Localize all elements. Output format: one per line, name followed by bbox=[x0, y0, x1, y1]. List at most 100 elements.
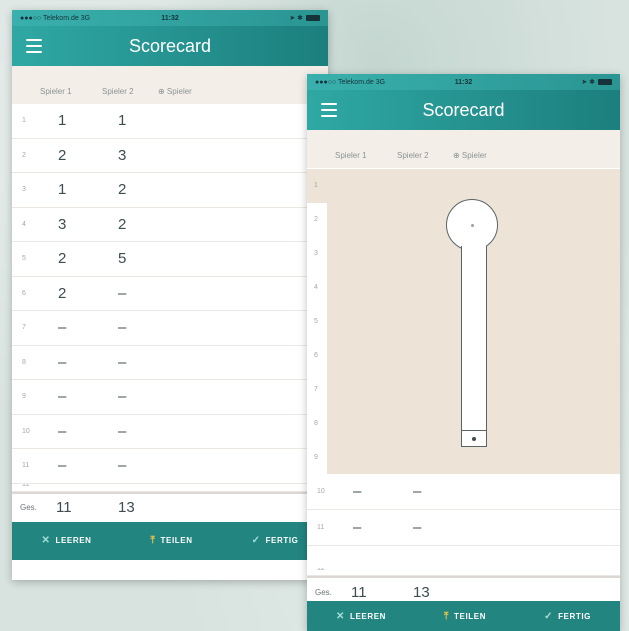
score-player-1[interactable]: 1 bbox=[40, 181, 102, 198]
score-player-1[interactable]: 2 bbox=[40, 147, 102, 164]
score-row[interactable]: 11 – – bbox=[12, 449, 328, 484]
score-player-2[interactable]: – bbox=[102, 285, 158, 302]
clear-button[interactable]: ✕ LEEREN bbox=[336, 611, 386, 622]
score-row[interactable]: 9 – – bbox=[12, 380, 328, 415]
score-player-1[interactable]: – bbox=[40, 484, 102, 491]
done-button[interactable]: ✓ FERTIG bbox=[252, 535, 299, 546]
score-row[interactable]: 525 bbox=[12, 242, 328, 277]
score-player-2[interactable]: – bbox=[102, 388, 158, 405]
hamburger-icon[interactable] bbox=[321, 103, 337, 117]
share-button[interactable]: ⤒ TEILEN bbox=[151, 535, 193, 546]
score-player-2[interactable]: – bbox=[102, 457, 158, 474]
score-row[interactable]: 6 2– bbox=[12, 276, 328, 311]
done-label: FERTIG bbox=[558, 611, 591, 621]
score-player-2[interactable]: 5 bbox=[102, 250, 158, 267]
status-bar: ●●●○○ Telekom.de 3G 11:32 ➤ ✱ bbox=[12, 10, 328, 26]
score-player-1[interactable]: 3 bbox=[40, 216, 102, 233]
share-button[interactable]: ⤒ TEILEN bbox=[444, 611, 486, 622]
hole-number: 5 bbox=[314, 318, 318, 325]
score-player-2[interactable]: – bbox=[397, 568, 453, 575]
score-row[interactable]: 8 – – bbox=[12, 345, 328, 380]
status-bar: ●●●○○ Telekom.de 3G 11:32 ➤ ✱ bbox=[307, 74, 620, 90]
hole-number: 7 bbox=[314, 385, 318, 393]
score-row[interactable]: 111 bbox=[12, 104, 328, 139]
pencil-cap-icon[interactable] bbox=[446, 199, 498, 251]
score-player-1[interactable]: – bbox=[335, 519, 397, 536]
score-player-1[interactable]: – bbox=[40, 354, 102, 371]
score-player-1[interactable]: – bbox=[40, 319, 102, 336]
pencil-tip-icon bbox=[461, 430, 487, 447]
column-player-2[interactable]: Spieler 2 bbox=[397, 151, 453, 160]
close-icon: ✕ bbox=[41, 535, 51, 546]
score-list: 10– –11– – bbox=[307, 474, 620, 546]
score-player-2[interactable]: – bbox=[102, 484, 158, 491]
totals-label: Ges. bbox=[315, 587, 332, 597]
hole-number: 12 bbox=[317, 568, 325, 572]
hole-number: 1 bbox=[22, 117, 26, 125]
battery-icon bbox=[598, 79, 612, 85]
hole-number: 2 bbox=[22, 151, 26, 159]
score-row[interactable]: 7 – – bbox=[12, 311, 328, 346]
column-player-1[interactable]: Spieler 1 bbox=[40, 87, 102, 96]
clear-label: LEEREN bbox=[55, 536, 92, 545]
phone-screen-right: ●●●○○ Telekom.de 3G 11:32 ➤ ✱ Scorecard … bbox=[307, 74, 620, 631]
hole-number: 7 bbox=[22, 324, 26, 332]
hole-number: 1 bbox=[307, 169, 327, 203]
score-player-1[interactable]: – bbox=[40, 457, 102, 474]
score-player-2[interactable]: 3 bbox=[102, 147, 158, 164]
app-bar: Scorecard bbox=[307, 90, 620, 130]
checkmark-icon: ✓ bbox=[251, 535, 261, 546]
clock: 11:32 bbox=[454, 78, 473, 86]
score-player-2[interactable]: – bbox=[102, 319, 158, 336]
score-row[interactable]: 11 – – bbox=[307, 510, 620, 546]
status-icons: ➤ ✱ bbox=[220, 14, 320, 22]
score-player-1[interactable]: – bbox=[40, 423, 102, 440]
score-row[interactable]: 432 bbox=[12, 207, 328, 242]
hole-number: 2 bbox=[314, 216, 318, 224]
checkmark-icon: ✓ bbox=[544, 610, 554, 622]
score-player-2[interactable]: 2 bbox=[102, 216, 158, 233]
score-player-1[interactable]: – bbox=[335, 568, 397, 575]
total-player-2: 13 bbox=[413, 583, 430, 601]
score-row[interactable]: 10 – – bbox=[307, 474, 620, 510]
hole-number: 10 bbox=[317, 488, 325, 495]
score-player-2[interactable]: 2 bbox=[102, 181, 158, 198]
hole-number: 4 bbox=[22, 220, 26, 228]
score-player-1[interactable]: 2 bbox=[40, 285, 102, 302]
total-player-2: 13 bbox=[118, 499, 135, 516]
hamburger-icon[interactable] bbox=[26, 39, 42, 53]
score-row[interactable]: 223 bbox=[12, 138, 328, 173]
hole-number: 8 bbox=[22, 358, 26, 366]
done-label: FERTIG bbox=[265, 536, 299, 545]
score-player-2[interactable]: 1 bbox=[102, 112, 158, 129]
score-player-2[interactable]: – bbox=[102, 423, 158, 440]
column-player-1[interactable]: Spieler 1 bbox=[335, 151, 397, 160]
score-row-partial[interactable]: 12 – – bbox=[12, 483, 328, 492]
column-player-2[interactable]: Spieler 2 bbox=[102, 87, 158, 96]
hole-number-column: 1 2 3 4 5 6 7 8 9 bbox=[307, 169, 327, 474]
done-button[interactable]: ✓ FERTIG bbox=[544, 611, 591, 622]
score-row[interactable]: 10 – – bbox=[12, 414, 328, 449]
hole-number: 12 bbox=[22, 483, 30, 488]
bottom-toolbar: ✕ LEEREN ⤒ TEILEN ✓ FERTIG bbox=[12, 521, 328, 560]
column-header: Spieler 1 Spieler 2 ⊕ Spieler bbox=[307, 130, 620, 168]
score-player-1[interactable]: – bbox=[335, 483, 397, 500]
hole-number: 9 bbox=[22, 393, 26, 401]
score-player-2[interactable]: – bbox=[102, 354, 158, 371]
clear-button[interactable]: ✕ LEEREN bbox=[41, 535, 91, 546]
phone-screen-left: ●●●○○ Telekom.de 3G 11:32 ➤ ✱ Scorecard … bbox=[12, 10, 328, 580]
hole-number: 8 bbox=[314, 419, 318, 427]
hole-number: 3 bbox=[22, 186, 26, 194]
score-player-2[interactable]: – bbox=[397, 519, 453, 536]
add-player-button[interactable]: ⊕ Spieler bbox=[158, 87, 192, 96]
score-player-1[interactable]: 2 bbox=[40, 250, 102, 267]
totals-label: Ges. bbox=[20, 503, 37, 512]
app-title: Scorecard bbox=[422, 99, 505, 120]
bottom-toolbar: ✕ LEEREN ⤒ TEILEN ✓ FERTIG bbox=[307, 601, 620, 631]
score-row-partial[interactable]: 12 – – bbox=[307, 568, 620, 576]
score-player-1[interactable]: 1 bbox=[40, 112, 102, 129]
score-player-2[interactable]: – bbox=[397, 483, 453, 500]
score-row[interactable]: 3 12 bbox=[12, 173, 328, 208]
score-player-1[interactable]: – bbox=[40, 388, 102, 405]
add-player-button[interactable]: ⊕ Spieler bbox=[453, 151, 487, 160]
